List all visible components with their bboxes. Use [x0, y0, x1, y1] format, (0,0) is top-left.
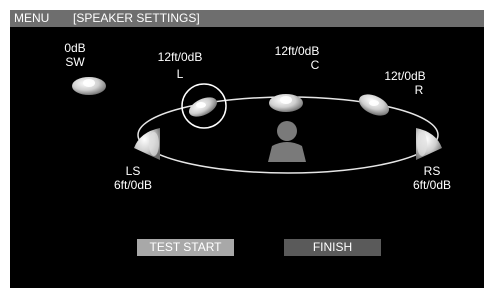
test-start-button[interactable]: TEST START — [137, 239, 234, 256]
surround-right-speaker-icon[interactable] — [412, 126, 446, 162]
surround-right-label: RS 6ft/0dB — [407, 164, 457, 192]
subwoofer-level: 0dB — [64, 41, 86, 55]
finish-button[interactable]: FINISH — [284, 239, 381, 256]
front-left-label: 12ft/0dB L — [140, 50, 220, 81]
center-value: 12ft/0dB — [274, 44, 320, 58]
speaker-settings-screen: MENU [SPEAKER SETTINGS] 0dB SW 12ft/0dB … — [10, 10, 484, 288]
surround-right-name: RS — [423, 164, 441, 178]
subwoofer-name: SW — [65, 55, 85, 69]
subwoofer-label: 0dB SW — [60, 41, 90, 69]
front-left-name: L — [176, 67, 184, 81]
subwoofer-speaker-icon[interactable] — [70, 74, 108, 98]
front-right-value: 12t/0dB — [384, 69, 426, 83]
surround-left-speaker-icon[interactable] — [130, 126, 164, 162]
surround-right-value: 6ft/0dB — [412, 178, 452, 192]
center-speaker-icon[interactable] — [266, 90, 306, 116]
surround-left-value: 6ft/0dB — [113, 178, 153, 192]
listener-icon — [268, 121, 306, 162]
front-left-speaker-icon[interactable] — [178, 80, 230, 132]
front-left-value: 12ft/0dB — [157, 50, 203, 64]
center-label: 12ft/0dB C — [262, 44, 332, 72]
front-right-label: 12t/0dB R — [370, 69, 440, 97]
center-name: C — [310, 58, 320, 72]
surround-left-name: LS — [125, 164, 141, 178]
front-right-name: R — [414, 83, 424, 97]
surround-left-label: LS 6ft/0dB — [108, 164, 158, 192]
